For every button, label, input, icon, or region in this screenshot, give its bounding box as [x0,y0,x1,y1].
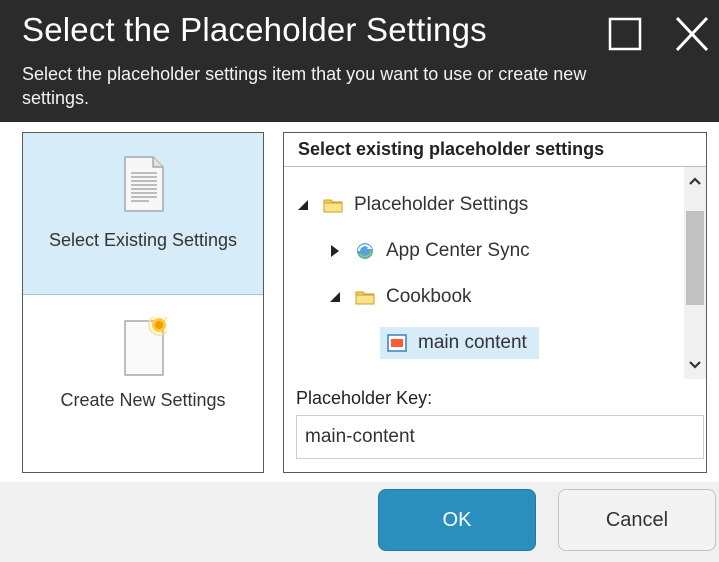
chevron-down-icon [689,361,701,369]
ok-button[interactable]: OK [378,489,536,551]
scroll-down-button[interactable] [684,355,706,375]
maximize-button[interactable] [605,14,645,54]
maximize-icon [608,17,642,51]
create-new-label: Create New Settings [60,390,226,410]
tree-item-label: Cookbook [386,286,472,307]
placeholder-key-input[interactable] [296,415,704,459]
close-icon [675,16,709,52]
folder-icon [323,199,343,213]
tree-item-label: Placeholder Settings [354,194,529,215]
folder-icon [355,291,375,305]
close-button[interactable] [671,14,711,54]
document-icon [124,156,164,212]
select-existing-option[interactable]: Select Existing Settings [23,133,263,295]
chevron-up-icon [689,177,701,185]
placeholder-icon [387,334,407,352]
tree-item-placeholder-settings[interactable]: Placeholder Settings [294,189,528,221]
new-document-icon [124,317,167,376]
tree-item-app-center-sync[interactable]: App Center Sync [326,235,530,267]
tree-item-main-content[interactable]: main content [380,327,539,359]
cancel-button[interactable]: Cancel [558,489,716,551]
existing-settings-panel: Select existing placeholder settings Pla… [283,132,707,473]
tree-item-cookbook[interactable]: Cookbook [326,281,472,313]
expanded-arrow-icon[interactable] [294,196,312,214]
placeholder-key-label: Placeholder Key: [296,388,433,408]
settings-options: Select Existing Settings Create New Sett… [22,132,264,473]
tree-item-label: App Center Sync [386,240,530,261]
expanded-arrow-icon[interactable] [326,288,344,306]
tree-scrollbar[interactable] [684,167,706,379]
dialog-footer: OK Cancel [0,482,719,562]
dialog-subtitle: Select the placeholder settings item tha… [22,64,587,108]
select-existing-label: Select Existing Settings [48,230,238,250]
create-new-option[interactable]: Create New Settings [23,295,263,472]
dialog-titlebar: Select the Placeholder Settings Select t… [0,0,719,122]
scroll-up-button[interactable] [684,171,706,191]
sync-icon [357,243,373,259]
dialog-content: Select Existing Settings Create New Sett… [0,122,719,482]
collapsed-arrow-icon[interactable] [326,242,344,260]
scroll-thumb[interactable] [686,211,704,305]
settings-tree: Placeholder Settings App Center Sync Coo… [284,167,684,379]
panel-header: Select existing placeholder settings [284,133,706,167]
tree-item-label: main content [418,332,527,353]
dialog-title: Select the Placeholder Settings [22,11,487,48]
placeholder-settings-dialog: Select the Placeholder Settings Select t… [0,0,719,562]
